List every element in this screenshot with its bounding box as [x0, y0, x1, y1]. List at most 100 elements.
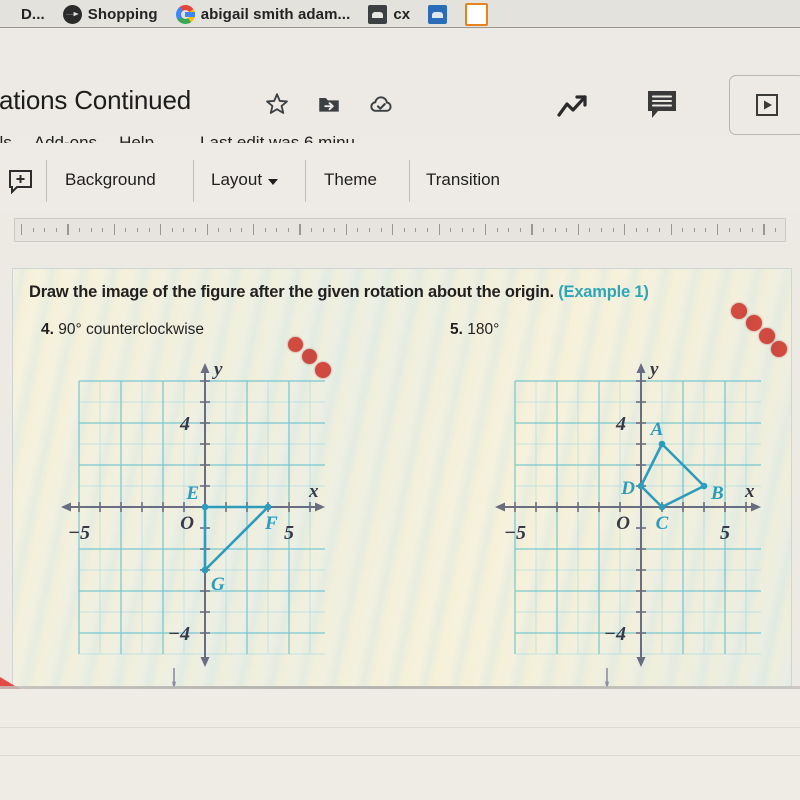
ruler-tick [450, 228, 452, 232]
ruler-tick [67, 224, 69, 235]
question-5-number: 5. [450, 321, 463, 338]
slide-canvas[interactable]: Draw the image of the figure after the g… [12, 268, 792, 688]
ruler-tick [241, 228, 243, 232]
vertex-F [264, 503, 272, 511]
ruler-tick [601, 228, 602, 232]
star-icon[interactable] [264, 91, 290, 117]
major-gridlines [78, 380, 325, 654]
vertex-label-F: F [264, 513, 278, 534]
ruler-tick [369, 228, 370, 232]
ruler-tick [21, 224, 23, 235]
ruler-tick [496, 228, 498, 232]
ruler-tick [635, 228, 637, 232]
ruler-tick [195, 228, 196, 232]
ruler-tick [566, 228, 568, 232]
ruler-tick [427, 228, 428, 232]
ruler-tick [519, 228, 521, 232]
layout-label: Layout [211, 170, 263, 189]
bookmark-item[interactable] [428, 4, 448, 24]
x-axis-left-arrow [61, 502, 71, 512]
activity-dashboard-icon[interactable] [556, 91, 592, 121]
transition-label: Transition [426, 170, 501, 189]
ruler-tick [670, 224, 672, 235]
bookmark-label: Shopping [87, 5, 158, 23]
ruler-tick [589, 228, 591, 232]
ruler-tick [90, 228, 92, 232]
dark-folder-icon [368, 4, 388, 24]
vertex-label-D: D [620, 478, 635, 499]
cloud-saved-icon[interactable] [368, 91, 394, 117]
background-button[interactable]: Background [65, 170, 156, 190]
comment-icon[interactable] [645, 87, 679, 121]
annotation-dot [759, 328, 775, 344]
transition-button[interactable]: Transition [426, 170, 500, 190]
ruler-tick [717, 224, 719, 235]
ruler-tick [531, 224, 533, 235]
ruler-tick [438, 224, 440, 235]
new-slide-icon[interactable] [8, 169, 33, 195]
annotation-dot [731, 303, 747, 319]
slides-header: tations Continued ols Add-ons Help Last … [0, 29, 800, 152]
bookmark-item[interactable] [465, 2, 489, 26]
ruler-tick [148, 228, 150, 232]
slide-prompt: Draw the image of the figure after the g… [29, 283, 649, 302]
toolbar-divider [46, 160, 48, 202]
vertex-label-G: G [211, 574, 225, 595]
bookmark-item[interactable]: abigail smith adam... [175, 4, 351, 24]
x-tick-label-5: 5 [720, 522, 730, 544]
example-reference: (Example 1) [558, 283, 649, 301]
y-tick-label-neg4: −4 [604, 623, 626, 645]
ruler-tick [334, 228, 336, 232]
ruler-tick [403, 228, 405, 232]
ruler-tick [44, 228, 46, 232]
ruler-tick [264, 228, 266, 232]
ruler-tick [740, 228, 742, 232]
ruler-tick [206, 224, 208, 235]
ruler-tick [183, 228, 185, 232]
ruler-tick [125, 228, 127, 232]
ruler-tick [751, 228, 753, 232]
graph-question-4: −5 5 4 −4 y x O E F G [59, 357, 329, 667]
ruler-tick [554, 228, 556, 232]
y-axis-top-arrow [200, 363, 210, 373]
layout-button[interactable]: Layout [211, 170, 279, 190]
background-label: Background [65, 170, 156, 189]
ruler-tick [32, 228, 34, 232]
generic-page-icon [0, 5, 15, 24]
ruler-tick [624, 224, 626, 235]
ruler-tick [577, 224, 580, 235]
x-axis-label: x [308, 481, 319, 502]
ruler-tick [461, 228, 463, 232]
theme-button[interactable]: Theme [324, 170, 377, 190]
x-tick-label-neg5: −5 [504, 522, 526, 544]
present-button[interactable] [729, 75, 800, 135]
minor-gridlines [78, 380, 325, 655]
document-title[interactable]: tations Continued [0, 85, 191, 116]
ruler-tick [775, 228, 776, 232]
major-gridlines [514, 380, 761, 654]
horizontal-ruler[interactable] [14, 218, 786, 242]
ruler-tick [380, 228, 382, 232]
vertex-D [637, 482, 645, 490]
google-g-icon [175, 4, 195, 24]
bookmarks-bar: D... Shopping abigail smith adam... cx [0, 0, 800, 28]
bookmark-item[interactable]: D... [0, 5, 45, 24]
ruler-tick [137, 228, 138, 232]
y-axis-label: y [648, 359, 659, 380]
bookmark-item[interactable]: Shopping [62, 4, 158, 24]
speaker-notes-area[interactable] [0, 689, 800, 800]
move-to-folder-icon[interactable] [316, 91, 342, 117]
ruler-tick [728, 228, 730, 232]
x-axis-label: x [744, 481, 755, 502]
coordinate-grid-left: −5 5 4 −4 y x O E F G [61, 359, 325, 667]
ruler-tick [647, 228, 649, 232]
ruler-tick [322, 228, 324, 232]
x-axis-right-arrow [315, 502, 325, 512]
x-axis-right-arrow [751, 502, 761, 512]
ruler-tick [693, 228, 695, 232]
ruler-tick [763, 224, 765, 235]
vertex-label-C: C [656, 513, 669, 534]
question-4-text: 90° counterclockwise [58, 321, 205, 338]
y-tick-label-4: 4 [615, 413, 626, 435]
bookmark-item[interactable]: cx [368, 4, 410, 24]
